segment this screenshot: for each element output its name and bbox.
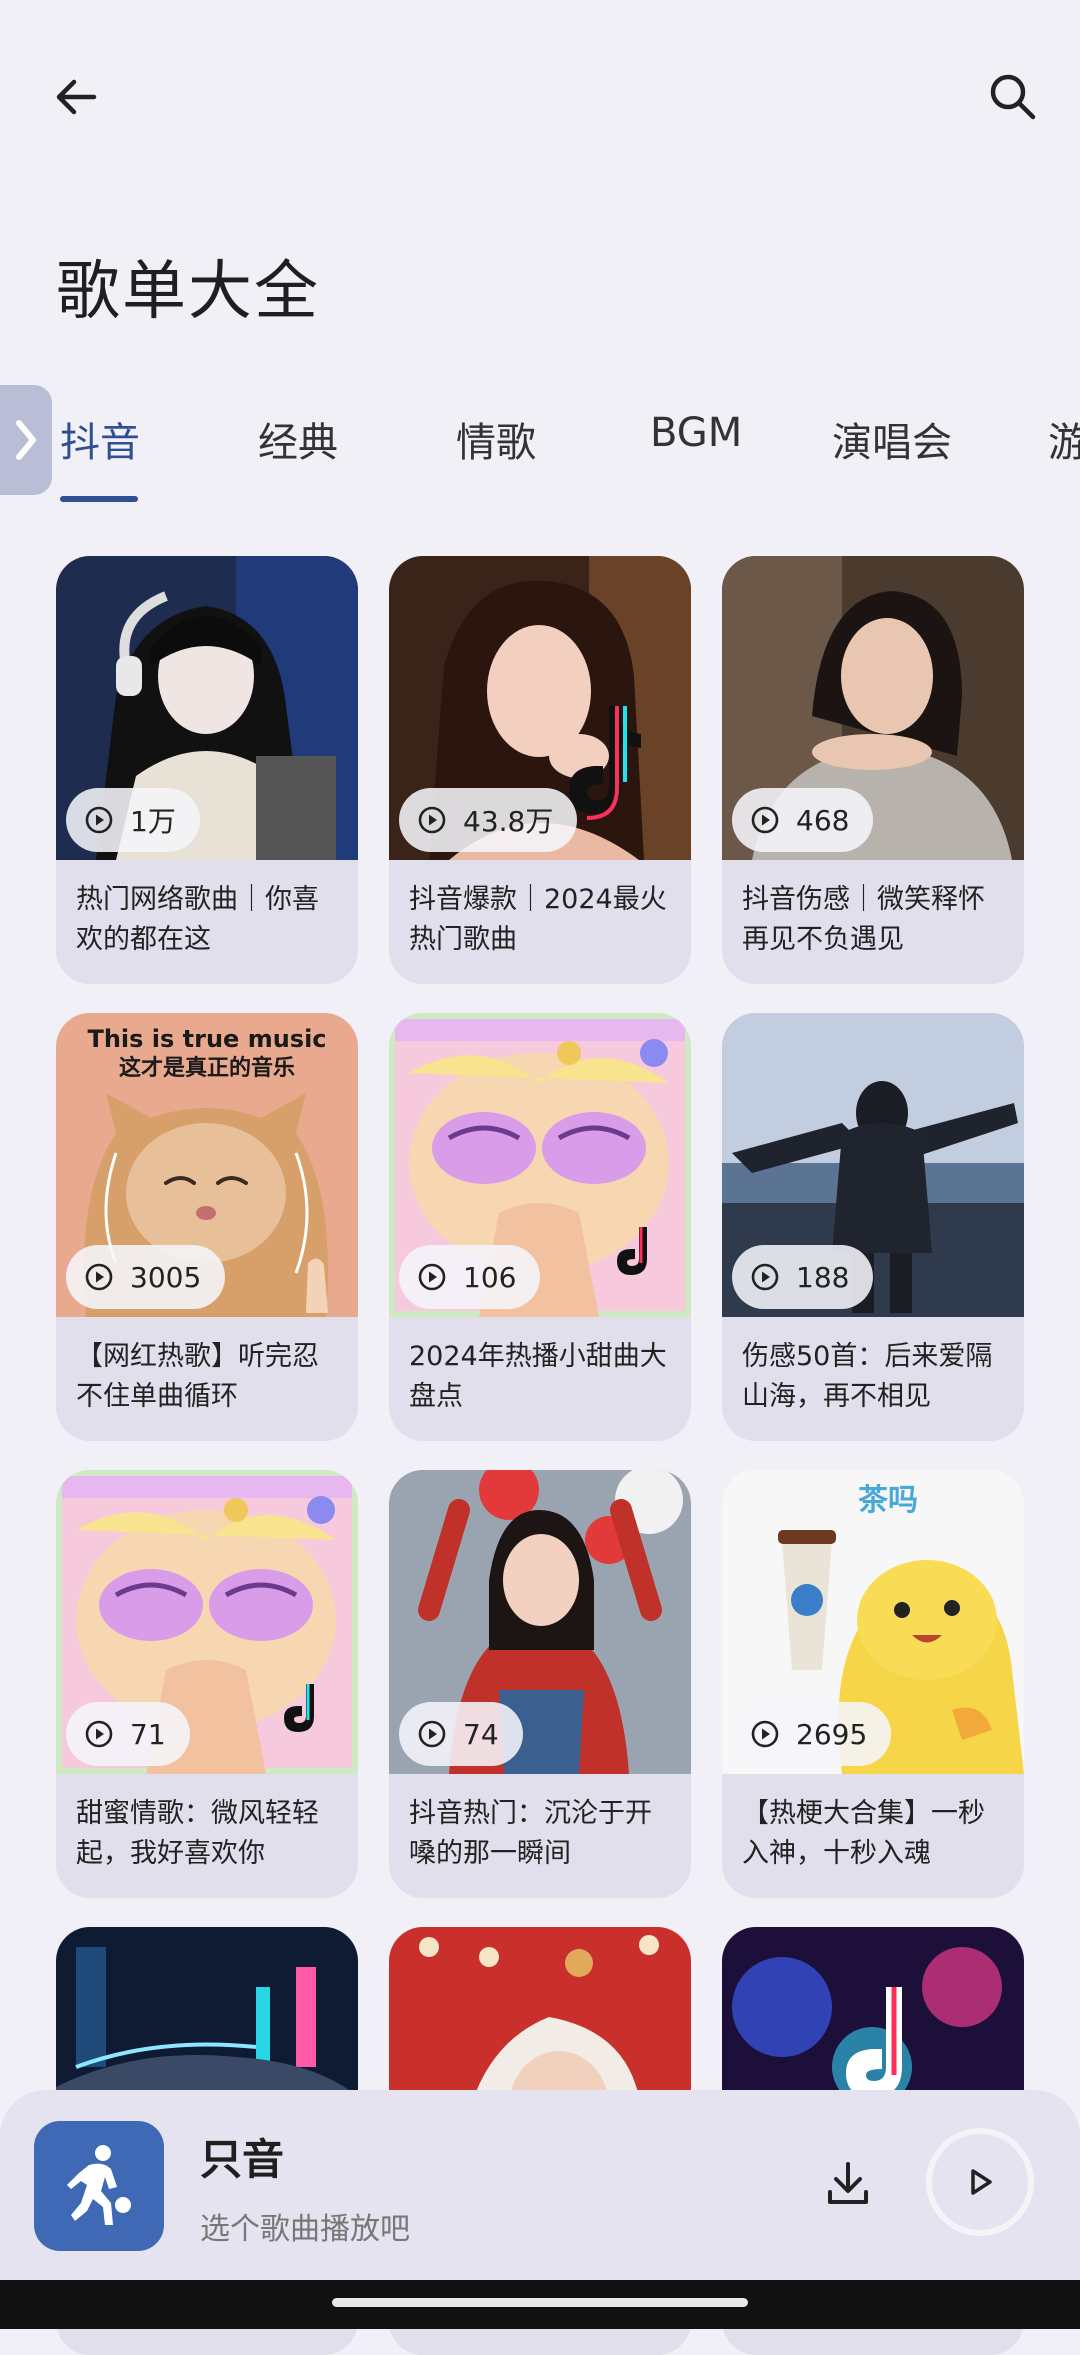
- category-tabs: 抖音 经典 情歌 BGM 演唱会 游: [0, 400, 1080, 510]
- play-circle-icon: [418, 806, 446, 834]
- tab-love-songs[interactable]: 情歌: [456, 410, 536, 468]
- cover-caption-en: This is true music: [87, 1025, 326, 1053]
- playlist-title: 抖音热门：沉沦于开嗓的那一瞬间: [409, 1798, 652, 1869]
- play-count-badge: 3005: [66, 1245, 226, 1309]
- cover-caption: 茶吗: [858, 1483, 918, 1518]
- play-circle-icon: [85, 1720, 113, 1748]
- mini-player[interactable]: 只音 选个歌曲播放吧: [0, 2090, 1080, 2280]
- play-circle-icon: [751, 1263, 779, 1291]
- play-count-badge: 43.8万: [399, 788, 578, 852]
- back-button[interactable]: [32, 52, 122, 142]
- download-icon: [828, 2162, 868, 2204]
- play-count: 2695: [796, 1717, 868, 1751]
- play-count-badge: 2695: [732, 1702, 892, 1766]
- play-count: 43.8万: [463, 805, 554, 838]
- playlist-card[interactable]: 468 抖音伤感｜微笑释怀再见不负遇见: [722, 556, 1024, 984]
- download-button[interactable]: [808, 2138, 888, 2228]
- playlist-card[interactable]: 74 抖音热门：沉沦于开嗓的那一瞬间: [389, 1470, 691, 1898]
- play-count-badge: 74: [399, 1702, 523, 1766]
- playlist-title: 抖音爆款｜2024最火热门歌曲: [409, 884, 667, 955]
- play-circle-icon: [85, 806, 113, 834]
- play-button[interactable]: [926, 2128, 1034, 2236]
- search-icon: [990, 74, 1036, 120]
- play-count-badge: 1万: [66, 788, 200, 852]
- play-count: 106: [463, 1260, 517, 1294]
- playlist-title: 【网红热歌】听完忍不住单曲循环: [76, 1341, 319, 1412]
- tab-classic[interactable]: 经典: [258, 410, 338, 468]
- playlist-card[interactable]: 43.8万 抖音爆款｜2024最火热门歌曲: [389, 556, 691, 984]
- play-count: 74: [463, 1717, 499, 1751]
- system-navigation-bar: [0, 2280, 1080, 2329]
- player-thumbnail[interactable]: [34, 2121, 164, 2251]
- playlist-title: 甜蜜情歌：微风轻轻起，我好喜欢你: [76, 1798, 319, 1869]
- tab-douyin[interactable]: 抖音: [60, 410, 140, 468]
- play-count-badge: 468: [732, 788, 874, 852]
- playlist-card[interactable]: 188 伤感50首：后来爱隔山海，再不相见: [722, 1013, 1024, 1441]
- playlist-title: 抖音伤感｜微笑释怀再见不负遇见: [742, 884, 985, 955]
- play-count: 1万: [130, 805, 176, 838]
- play-circle-icon: [751, 806, 779, 834]
- arrow-left-icon: [56, 79, 97, 115]
- playlist-card[interactable]: 1万 热门网络歌曲｜你喜欢的都在这: [56, 556, 358, 984]
- top-bar: [0, 0, 1080, 200]
- tab-concert[interactable]: 演唱会: [832, 410, 952, 468]
- playlist-title: 热门网络歌曲｜你喜欢的都在这: [76, 884, 319, 955]
- playlist-title: 伤感50首：后来爱隔山海，再不相见: [742, 1341, 993, 1412]
- basketball-player-icon: [67, 2145, 131, 2225]
- play-count: 3005: [130, 1260, 202, 1294]
- tab-bgm[interactable]: BGM: [650, 410, 742, 456]
- player-status-text: 选个歌曲播放吧: [200, 2212, 410, 2247]
- play-circle-icon: [418, 1263, 446, 1291]
- home-indicator[interactable]: [332, 2298, 748, 2307]
- active-tab-indicator: [60, 496, 138, 502]
- play-icon: [971, 2169, 992, 2195]
- playlist-title: 2024年热播小甜曲大盘点: [409, 1341, 667, 1412]
- tab-games[interactable]: 游: [1048, 410, 1080, 468]
- player-app-name: 只音: [200, 2135, 285, 2184]
- play-circle-icon: [418, 1720, 446, 1748]
- search-button[interactable]: [968, 52, 1058, 142]
- play-count-badge: 71: [66, 1702, 190, 1766]
- page-title: 歌单大全: [56, 255, 320, 329]
- play-circle-icon: [85, 1263, 113, 1291]
- play-count-badge: 188: [732, 1245, 874, 1309]
- play-circle-icon: [751, 1720, 779, 1748]
- playlist-card[interactable]: 茶吗 2695 【热梗大合集】一秒入神，十秒入魂: [722, 1470, 1024, 1898]
- playlist-card[interactable]: 71 甜蜜情歌：微风轻轻起，我好喜欢你: [56, 1470, 358, 1898]
- play-count: 71: [130, 1717, 166, 1751]
- playlist-title: 【热梗大合集】一秒入神，十秒入魂: [742, 1798, 985, 1869]
- play-count: 188: [796, 1260, 850, 1294]
- playlist-card[interactable]: This is true music 这才是真正的音乐 3005 【网红热歌】听…: [56, 1013, 358, 1441]
- playlist-card[interactable]: 106 2024年热播小甜曲大盘点: [389, 1013, 691, 1441]
- play-count-badge: 106: [399, 1245, 541, 1309]
- play-count: 468: [796, 803, 850, 837]
- cover-caption-zh: 这才是真正的音乐: [119, 1055, 295, 1081]
